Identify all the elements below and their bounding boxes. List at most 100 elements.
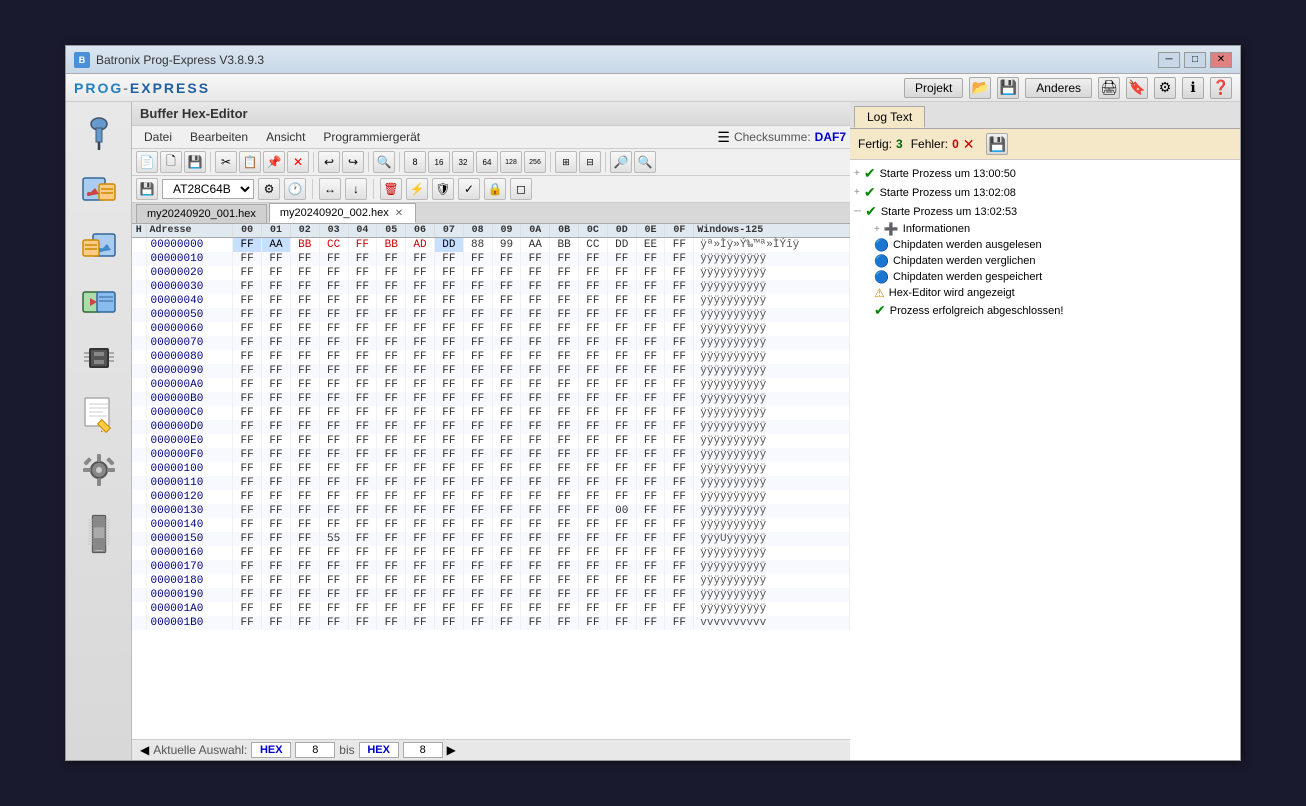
hex-val-17-4[interactable]: FF xyxy=(348,476,377,490)
hex-val-27-12[interactable]: FF xyxy=(579,616,608,630)
hex-val-2-15[interactable]: FF xyxy=(665,266,694,280)
hex-val-8-12[interactable]: FF xyxy=(579,350,608,364)
hex-val-26-15[interactable]: FF xyxy=(665,602,694,616)
hex-val-26-13[interactable]: FF xyxy=(607,602,636,616)
hex-val-10-8[interactable]: FF xyxy=(463,378,492,392)
hex-val-24-9[interactable]: FF xyxy=(492,574,521,588)
device-gray-icon[interactable]: ◻ xyxy=(510,178,532,200)
tb-zoomout-icon[interactable]: 🔍 xyxy=(634,151,656,173)
hex-val-14-4[interactable]: FF xyxy=(348,434,377,448)
hex-val-25-2[interactable]: FF xyxy=(290,588,319,602)
hex-val-4-11[interactable]: FF xyxy=(550,294,579,308)
hex-val-23-7[interactable]: FF xyxy=(434,560,463,574)
hex-val-12-5[interactable]: FF xyxy=(377,406,406,420)
restore-button[interactable]: □ xyxy=(1184,52,1206,68)
hex-val-25-6[interactable]: FF xyxy=(406,588,435,602)
device-protect-icon[interactable]: 🛡 xyxy=(432,178,454,200)
hex-val-16-12[interactable]: FF xyxy=(579,462,608,476)
hex-val-15-7[interactable]: FF xyxy=(434,448,463,462)
device-config-icon[interactable]: ⚙ xyxy=(258,178,280,200)
hex-val-4-15[interactable]: FF xyxy=(665,294,694,308)
hex-val-13-10[interactable]: FF xyxy=(521,420,550,434)
log-toggle-0[interactable]: + xyxy=(854,168,860,179)
hex-val-8-6[interactable]: FF xyxy=(406,350,435,364)
hex-val-15-10[interactable]: FF xyxy=(521,448,550,462)
hex-val-22-8[interactable]: FF xyxy=(463,546,492,560)
hex-val-11-14[interactable]: FF xyxy=(636,392,665,406)
hex-val-5-8[interactable]: FF xyxy=(463,308,492,322)
hex-val-9-11[interactable]: FF xyxy=(550,364,579,378)
hex-val-14-11[interactable]: FF xyxy=(550,434,579,448)
hex-val-22-13[interactable]: FF xyxy=(607,546,636,560)
hex-val-24-12[interactable]: FF xyxy=(579,574,608,588)
hex-val-16-6[interactable]: FF xyxy=(406,462,435,476)
hex-val-21-13[interactable]: FF xyxy=(607,532,636,546)
hex-val-23-9[interactable]: FF xyxy=(492,560,521,574)
hex-val-8-0[interactable]: FF xyxy=(233,350,262,364)
hex-val-12-15[interactable]: FF xyxy=(665,406,694,420)
hex-val-18-10[interactable]: FF xyxy=(521,490,550,504)
hex-val-7-14[interactable]: FF xyxy=(636,336,665,350)
hex-val-13-8[interactable]: FF xyxy=(463,420,492,434)
hex-val-23-14[interactable]: FF xyxy=(636,560,665,574)
hex-val-18-0[interactable]: FF xyxy=(233,490,262,504)
hex-val-19-1[interactable]: FF xyxy=(262,504,291,518)
hex-val-7-1[interactable]: FF xyxy=(262,336,291,350)
hex-val-0-2[interactable]: BB xyxy=(290,238,319,253)
hex-val-20-10[interactable]: FF xyxy=(521,518,550,532)
hex-val-11-8[interactable]: FF xyxy=(463,392,492,406)
hex-val-11-3[interactable]: FF xyxy=(319,392,348,406)
hex-val-20-12[interactable]: FF xyxy=(579,518,608,532)
hex-val-21-4[interactable]: FF xyxy=(348,532,377,546)
hex-val-25-14[interactable]: FF xyxy=(636,588,665,602)
hex-val-17-8[interactable]: FF xyxy=(463,476,492,490)
tb-copy-icon[interactable]: 📋 xyxy=(239,151,261,173)
sidebar-write-icon[interactable] xyxy=(75,222,123,270)
hex-val-19-6[interactable]: FF xyxy=(406,504,435,518)
hex-val-13-14[interactable]: FF xyxy=(636,420,665,434)
hex-val-23-6[interactable]: FF xyxy=(406,560,435,574)
hex-val-12-6[interactable]: FF xyxy=(406,406,435,420)
hex-val-5-14[interactable]: FF xyxy=(636,308,665,322)
hex-val-3-7[interactable]: FF xyxy=(434,280,463,294)
hex-val-26-7[interactable]: FF xyxy=(434,602,463,616)
hex-val-26-14[interactable]: FF xyxy=(636,602,665,616)
hex-val-14-2[interactable]: FF xyxy=(290,434,319,448)
hex-val-12-10[interactable]: FF xyxy=(521,406,550,420)
hex-val-3-13[interactable]: FF xyxy=(607,280,636,294)
hex-val-1-3[interactable]: FF xyxy=(319,252,348,266)
hex-val-13-13[interactable]: FF xyxy=(607,420,636,434)
hex-val-0-12[interactable]: CC xyxy=(579,238,608,253)
hex-val-12-1[interactable]: FF xyxy=(262,406,291,420)
hex-val-17-2[interactable]: FF xyxy=(290,476,319,490)
hex-val-21-2[interactable]: FF xyxy=(290,532,319,546)
hex-val-26-9[interactable]: FF xyxy=(492,602,521,616)
hex-val-19-5[interactable]: FF xyxy=(377,504,406,518)
hex-val-9-9[interactable]: FF xyxy=(492,364,521,378)
hex-tab-0[interactable]: my20240920_001.hex xyxy=(136,204,267,223)
hex-val-21-3[interactable]: 55 xyxy=(319,532,348,546)
projekt-open-icon[interactable]: 📂 xyxy=(969,77,991,99)
hex-val-22-15[interactable]: FF xyxy=(665,546,694,560)
hex-val-4-4[interactable]: FF xyxy=(348,294,377,308)
hex-val-24-6[interactable]: FF xyxy=(406,574,435,588)
hex-val-22-9[interactable]: FF xyxy=(492,546,521,560)
hex-val-5-7[interactable]: FF xyxy=(434,308,463,322)
tb-newf-icon[interactable]: 🗋 xyxy=(160,151,182,173)
hex-val-18-13[interactable]: FF xyxy=(607,490,636,504)
hex-val-22-12[interactable]: FF xyxy=(579,546,608,560)
hex-val-8-1[interactable]: FF xyxy=(262,350,291,364)
hex-val-20-5[interactable]: FF xyxy=(377,518,406,532)
minimize-button[interactable]: ─ xyxy=(1158,52,1180,68)
hex-val-5-3[interactable]: FF xyxy=(319,308,348,322)
tb-8bit-icon[interactable]: 8 xyxy=(404,151,426,173)
hex-val-18-3[interactable]: FF xyxy=(319,490,348,504)
hex-val-15-5[interactable]: FF xyxy=(377,448,406,462)
hex-val-20-9[interactable]: FF xyxy=(492,518,521,532)
hex-val-20-8[interactable]: FF xyxy=(463,518,492,532)
log-toggle-1[interactable]: + xyxy=(854,187,860,198)
hex-val-18-6[interactable]: FF xyxy=(406,490,435,504)
sidebar-chiplist-icon[interactable] xyxy=(75,502,123,566)
hex-val-20-11[interactable]: FF xyxy=(550,518,579,532)
hex-val-11-5[interactable]: FF xyxy=(377,392,406,406)
